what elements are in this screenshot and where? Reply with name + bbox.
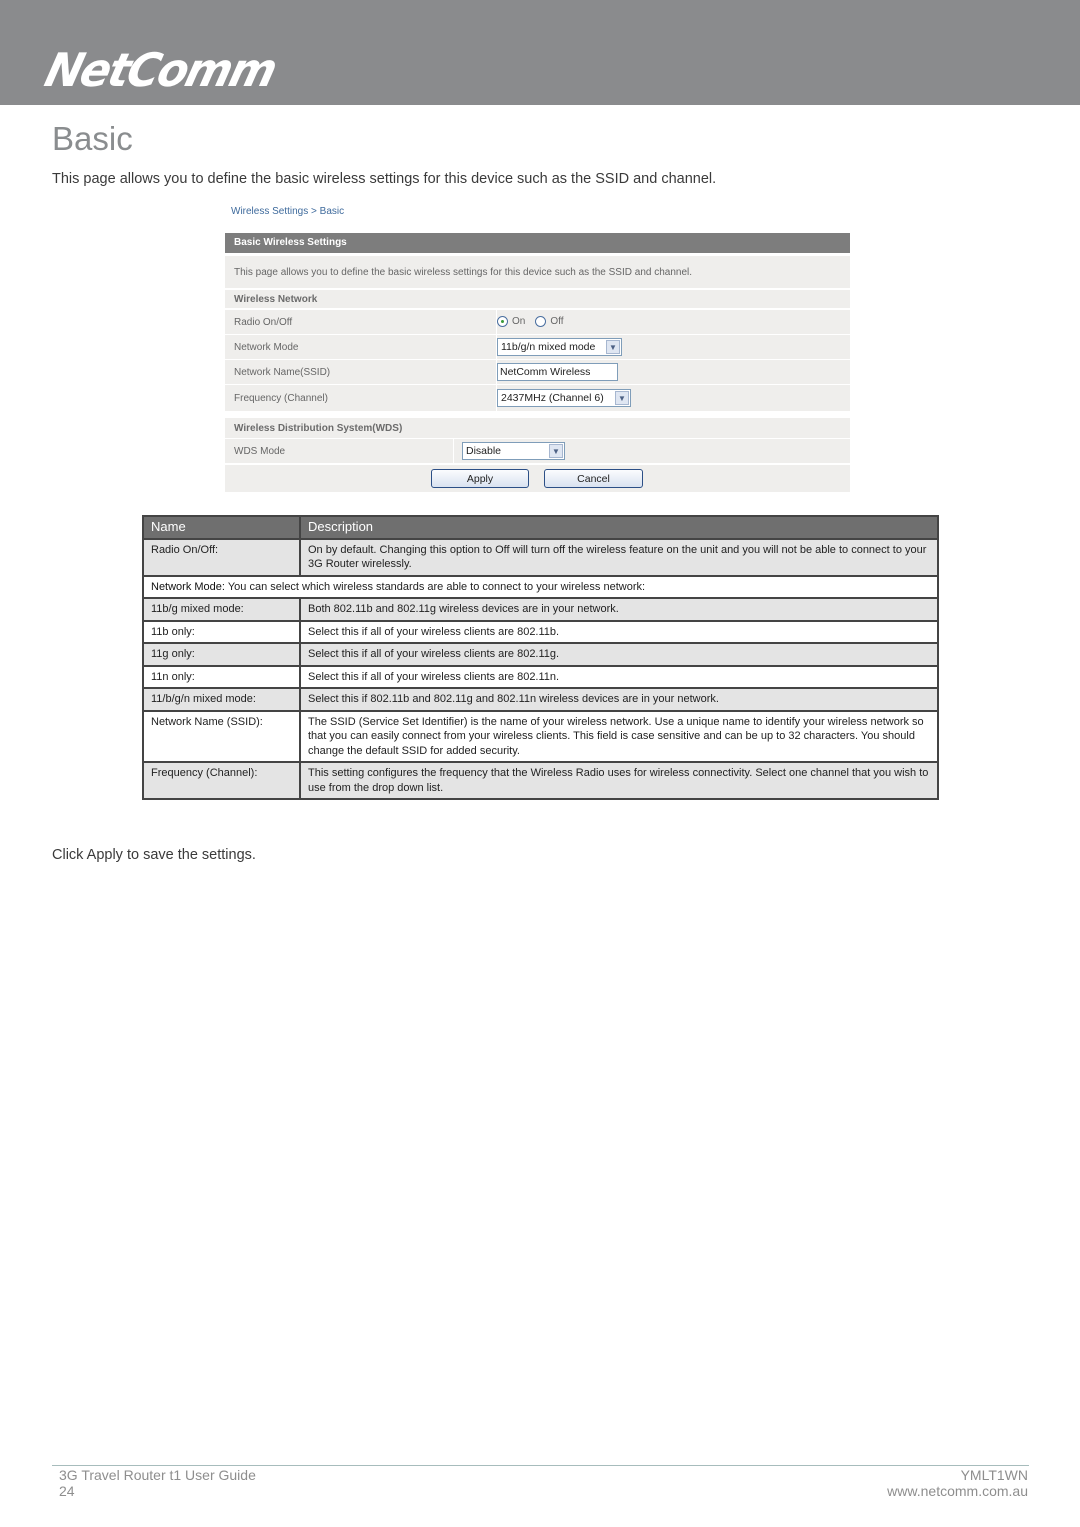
- settings-description-table: Name Description Radio On/Off: On by def…: [142, 515, 939, 800]
- page-title: Basic: [52, 120, 133, 157]
- table-row: 11/b/g/n mixed mode: Select this if 802.…: [142, 687, 939, 712]
- website-link[interactable]: www.netcomm.com.au: [887, 1483, 1028, 1499]
- chevron-down-icon[interactable]: ▼: [606, 340, 620, 354]
- frequency-label: Frequency (Channel): [234, 392, 328, 404]
- table-row: Frequency (Channel): This setting config…: [142, 761, 939, 800]
- wds-mode-label: WDS Mode: [234, 445, 286, 457]
- cancel-button[interactable]: Cancel: [544, 469, 643, 488]
- wireless-network-section: Wireless Network: [225, 290, 850, 308]
- outro-text: Click Apply to save the settings.: [52, 847, 256, 863]
- column-header-description: Description: [299, 515, 939, 540]
- ssid-row: Network Name(SSID) NetComm Wireless: [225, 360, 850, 384]
- frequency-select[interactable]: 2437MHz (Channel 6) ▼: [497, 389, 631, 407]
- footer-left: 3G Travel Router t1 User Guide 24: [59, 1467, 256, 1499]
- page-number: 24: [59, 1483, 75, 1499]
- intro-text: This page allows you to define the basic…: [52, 171, 717, 187]
- header-banner: NetComm: [0, 0, 1080, 105]
- frequency-row: Frequency (Channel) 2437MHz (Channel 6) …: [225, 385, 850, 411]
- button-row: [225, 465, 850, 492]
- table-row: 11b/g mixed mode: Both 802.11b and 802.1…: [142, 597, 939, 622]
- wds-mode-select[interactable]: Disable ▼: [462, 442, 565, 460]
- table-row: 11g only: Select this if all of your wir…: [142, 642, 939, 667]
- table-row: 11n only: Select this if all of your wir…: [142, 664, 939, 689]
- network-mode-label: Network Mode: [234, 341, 299, 353]
- chevron-down-icon[interactable]: ▼: [615, 391, 629, 405]
- netcomm-logo: NetComm: [39, 43, 281, 98]
- radio-label: Radio On/Off: [234, 316, 293, 328]
- settings-description: This page allows you to define the basic…: [225, 256, 850, 288]
- ssid-label: Network Name(SSID): [234, 366, 331, 378]
- table-row: 11b only: Select this if all of your wir…: [142, 619, 939, 644]
- radio-off-option[interactable]: Off: [535, 316, 573, 328]
- table-header-row: Name Description: [142, 515, 939, 540]
- router-settings-screenshot: Wireless Settings > Basic Basic Wireless…: [225, 200, 850, 492]
- table-row: Radio On/Off: On by default. Changing th…: [142, 537, 939, 577]
- wds-mode-row: WDS Mode Disable ▼: [225, 439, 850, 463]
- radio-on-option[interactable]: On: [497, 316, 535, 328]
- radio-off-button[interactable]: [535, 316, 547, 328]
- table-row: Network Name (SSID): The SSID (Service S…: [142, 709, 939, 763]
- model-number: YMLT1WN: [960, 1467, 1028, 1483]
- column-header-name: Name: [142, 515, 301, 540]
- breadcrumb[interactable]: Wireless Settings > Basic: [231, 206, 344, 217]
- radio-row: Radio On/Off On Off: [225, 310, 850, 334]
- guide-title: 3G Travel Router t1 User Guide: [59, 1467, 256, 1483]
- radio-on-button[interactable]: [497, 316, 508, 328]
- wds-section: Wireless Distribution System(WDS): [225, 418, 850, 438]
- apply-button[interactable]: Apply: [431, 469, 529, 488]
- network-mode-select[interactable]: 11b/g/n mixed mode ▼: [497, 338, 622, 356]
- ssid-input[interactable]: NetComm Wireless: [497, 363, 618, 381]
- chevron-down-icon[interactable]: ▼: [549, 444, 563, 458]
- footer-right: YMLT1WN www.netcomm.com.au: [887, 1467, 1028, 1499]
- settings-panel-header: Basic Wireless Settings: [225, 233, 850, 253]
- table-row: Network Mode: You can select which wirel…: [142, 574, 939, 599]
- network-mode-row: Network Mode 11b/g/n mixed mode ▼: [225, 335, 850, 359]
- footer-divider: [52, 1465, 1029, 1466]
